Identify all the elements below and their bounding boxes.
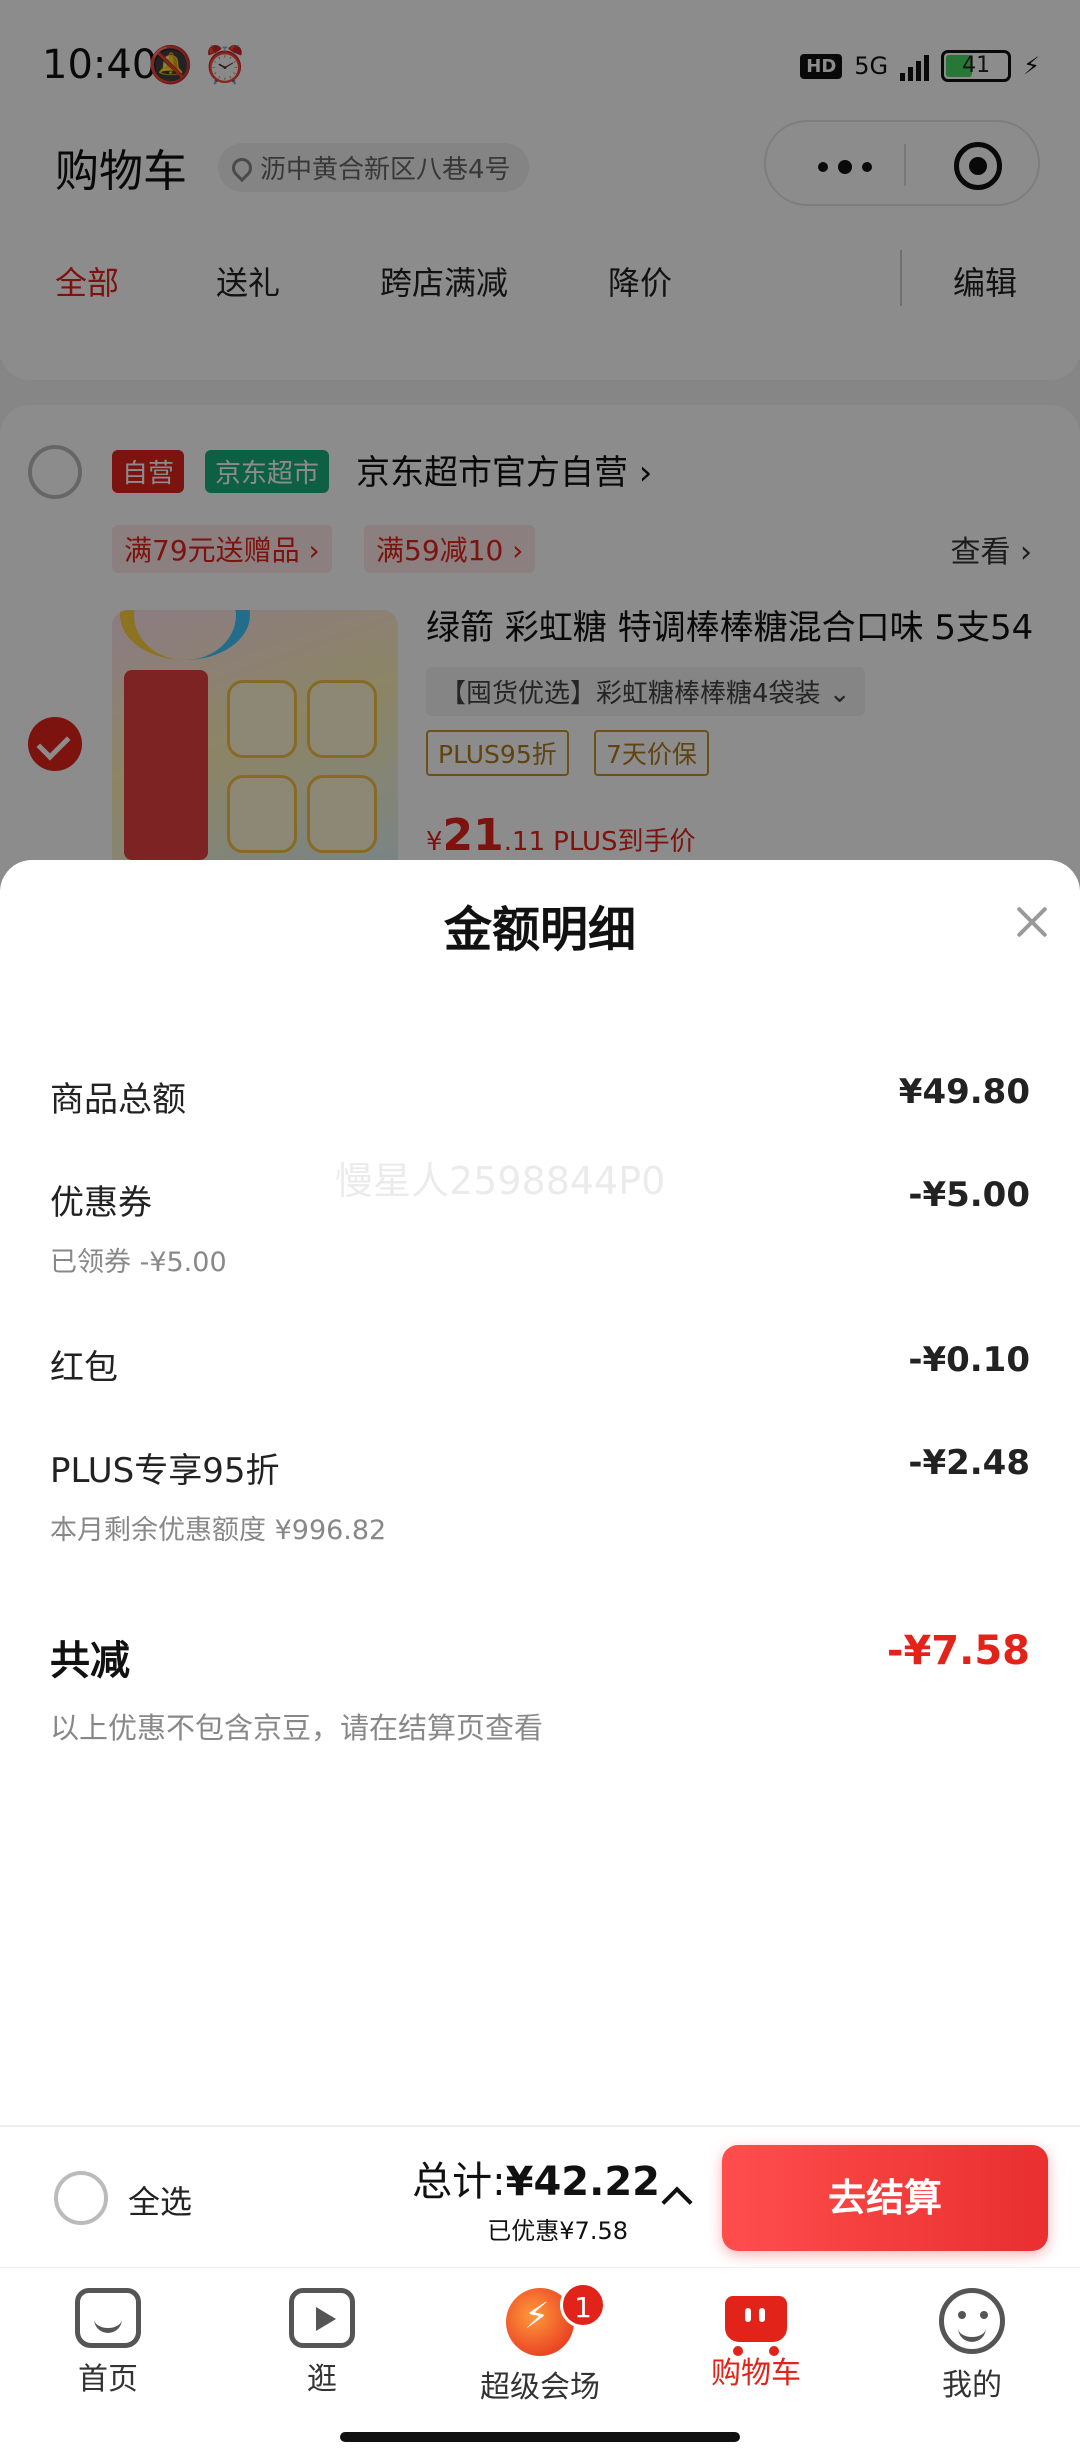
select-all-label[interactable]: 全选	[128, 2177, 192, 2223]
total-discount-label: 共减	[50, 1638, 130, 1684]
nav-home-label: 首页	[78, 2362, 138, 2397]
nav-super-venue-label: 超级会场	[480, 2370, 600, 2405]
select-all-radio[interactable]	[54, 2171, 108, 2225]
red-packet-value: -¥0.10	[908, 1340, 1030, 1380]
total-discount-value: -¥7.58	[886, 1628, 1030, 1674]
battery-level: 41	[962, 53, 991, 78]
nav-me-label: 我的	[942, 2368, 1002, 2403]
red-packet-label: 红包	[50, 1348, 118, 1388]
nav-browse-label: 逛	[307, 2362, 337, 2397]
nav-browse[interactable]: 逛	[242, 2288, 402, 2398]
checkout-bar: 全选 总计:¥42.22 已优惠¥7.58 去结算	[0, 2125, 1080, 2267]
nav-cart[interactable]: 购物车	[676, 2288, 836, 2392]
coupon-label: 优惠券	[50, 1183, 152, 1223]
chevron-up-icon[interactable]	[661, 2186, 693, 2218]
sheet-title: 金额明细	[443, 902, 636, 958]
super-venue-badge: 1	[560, 2282, 606, 2328]
coupon-sub: 已领券 -¥5.00	[50, 1247, 227, 1278]
goods-total-value: ¥49.80	[898, 1072, 1030, 1112]
coupon-value: -¥5.00	[908, 1175, 1030, 1215]
plus-discount-value: -¥2.48	[908, 1443, 1030, 1483]
home-icon	[75, 2288, 141, 2348]
me-icon	[939, 2288, 1005, 2354]
discount-note: 以上优惠不包含京豆，请在结算页查看	[50, 1711, 544, 1745]
play-icon	[289, 2288, 355, 2348]
nav-me[interactable]: 我的	[892, 2288, 1052, 2404]
goods-total-label: 商品总额	[50, 1080, 186, 1120]
checkout-button[interactable]: 去结算	[722, 2145, 1048, 2251]
home-indicator[interactable]	[340, 2432, 740, 2442]
watermark: 慢星人2598844P0	[335, 1159, 666, 1203]
cart-icon	[725, 2296, 787, 2356]
close-icon[interactable]	[1012, 902, 1052, 942]
saved-amount: 已优惠¥7.58	[487, 2217, 628, 2245]
total-price: 总计:¥42.22	[412, 2159, 660, 2205]
bottom-nav: 首页 逛 超级会场 1 购物车 我的	[0, 2267, 1080, 2460]
plus-discount-label: PLUS专享95折	[50, 1451, 280, 1491]
nav-cart-label: 购物车	[711, 2356, 801, 2391]
nav-home[interactable]: 首页	[28, 2288, 188, 2398]
amount-detail-sheet: 金额明细 慢星人2598844P0 商品总额 ¥49.80 优惠券 -¥5.00…	[0, 860, 1080, 2125]
plus-quota-sub: 本月剩余优惠额度 ¥996.82	[50, 1515, 387, 1546]
